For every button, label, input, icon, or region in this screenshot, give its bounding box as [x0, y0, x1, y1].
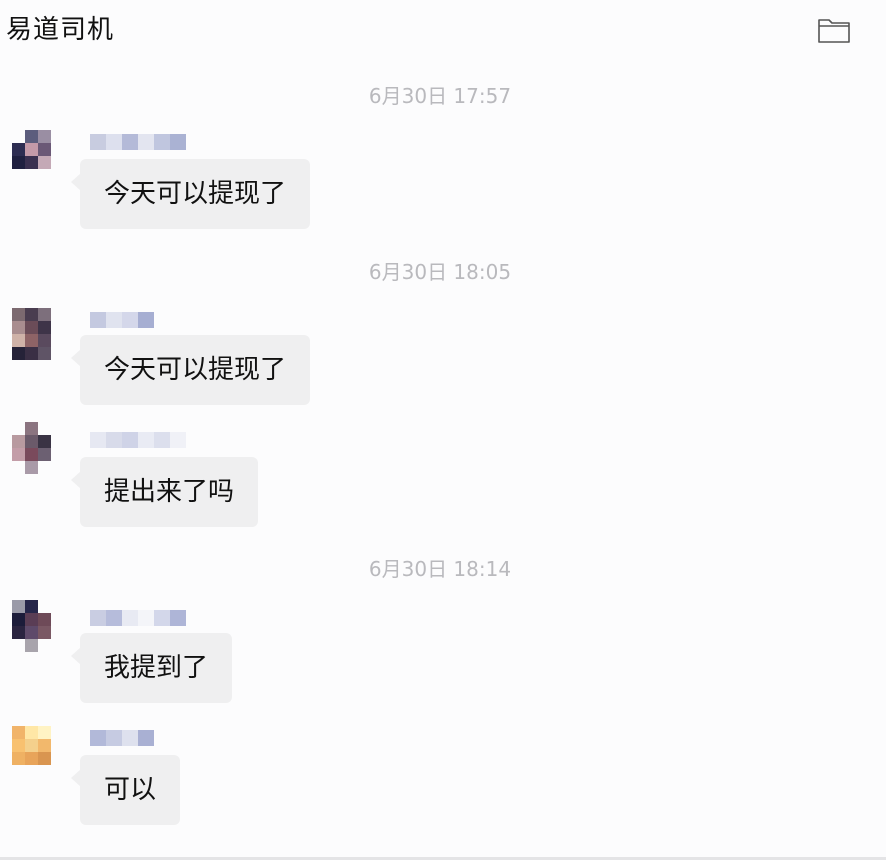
folder-button[interactable]: [812, 14, 854, 46]
sender-name-blurred: [90, 134, 186, 152]
message-bubble[interactable]: 我提到了: [70, 633, 233, 703]
folder-icon: [818, 19, 850, 43]
chat-header: 易道司机: [0, 0, 886, 64]
sender-name-blurred: [90, 610, 186, 628]
sender-name-blurred: [90, 312, 154, 330]
avatar[interactable]: [12, 726, 64, 778]
message-bubble[interactable]: 今天可以提现了: [70, 159, 311, 229]
timestamp: 6月30日 18:14: [368, 557, 512, 581]
avatar[interactable]: [12, 130, 64, 182]
avatar[interactable]: [12, 308, 64, 360]
avatar[interactable]: [12, 422, 64, 474]
message-bubble[interactable]: 提出来了吗: [70, 457, 259, 527]
timestamp: 6月30日 18:05: [368, 260, 512, 284]
sender-name-blurred: [90, 432, 186, 450]
timestamp: 6月30日 17:57: [368, 84, 512, 108]
chat-title: 易道司机: [6, 15, 115, 45]
sender-name-blurred: [90, 730, 154, 748]
message-bubble[interactable]: 可以: [70, 755, 181, 825]
message-bubble[interactable]: 今天可以提现了: [70, 335, 311, 405]
avatar[interactable]: [12, 600, 64, 652]
